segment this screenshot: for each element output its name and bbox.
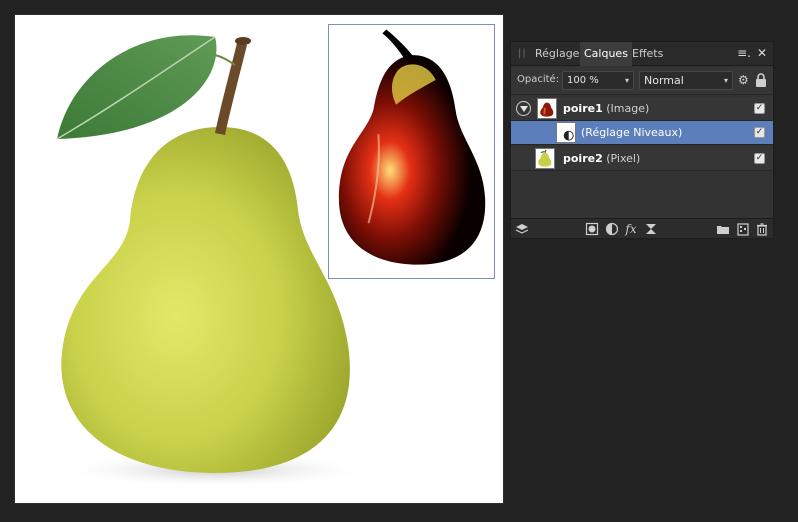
trash-icon[interactable] xyxy=(755,222,769,236)
layer-type: (Pixel) xyxy=(606,152,641,165)
layer-options-row: Opacité: 100 % ▾ Normal ▾ ⚙ xyxy=(511,67,773,95)
opacity-value: 100 % xyxy=(567,75,599,86)
fx-icon[interactable]: fx xyxy=(624,222,638,236)
mask-layer-icon[interactable] xyxy=(585,222,599,236)
tab-effets[interactable]: Effets xyxy=(628,42,667,66)
tab-reglage[interactable]: Réglage xyxy=(531,42,583,66)
layer-row-reglage-niveaux[interactable]: (Réglage Niveaux) ✓ xyxy=(511,121,773,145)
new-pixel-layer-icon[interactable] xyxy=(736,222,750,236)
chevron-down-icon: ▾ xyxy=(624,76,629,85)
document-canvas[interactable] xyxy=(15,15,503,503)
adjusted-preview-inset xyxy=(328,24,495,279)
tab-calques[interactable]: Calques xyxy=(580,42,632,66)
layer-row-poire2[interactable]: poire2 (Pixel) ✓ xyxy=(511,147,773,171)
blend-mode-value: Normal xyxy=(644,74,684,87)
layer-name: poire1 xyxy=(563,102,603,115)
adjusted-pear-image xyxy=(338,29,486,265)
layer-stack-icon[interactable] xyxy=(515,222,529,236)
visibility-checkbox[interactable]: ✓ xyxy=(754,127,765,138)
opacity-label: Opacité: xyxy=(517,74,560,85)
layers-panel: || Réglage Calques Effets ≡. ✕ Opacité: … xyxy=(510,41,774,239)
adjustment-layer-icon[interactable] xyxy=(605,222,619,236)
layer-label: poire1 (Image) xyxy=(563,102,649,115)
adjustment-thumbnail xyxy=(556,122,576,143)
layer-name: poire2 xyxy=(563,152,603,165)
layer-thumbnail xyxy=(535,148,555,169)
lock-icon[interactable] xyxy=(755,73,767,87)
folder-icon[interactable] xyxy=(716,222,730,236)
layer-label: (Réglage Niveaux) xyxy=(581,126,682,139)
layer-row-poire1[interactable]: poire1 (Image) ✓ xyxy=(511,97,773,121)
visibility-checkbox[interactable]: ✓ xyxy=(754,153,765,164)
visibility-checkbox[interactable]: ✓ xyxy=(754,103,765,114)
gear-icon[interactable]: ⚙ xyxy=(738,73,749,87)
panel-menu-icon[interactable]: ≡. xyxy=(737,46,751,60)
layer-type: (Réglage Niveaux) xyxy=(581,126,683,139)
opacity-field[interactable]: 100 % ▾ xyxy=(562,71,634,90)
live-filter-icon[interactable] xyxy=(644,222,658,236)
layer-thumbnail xyxy=(537,98,557,119)
layer-label: poire2 (Pixel) xyxy=(563,152,640,165)
chevron-down-icon: ▾ xyxy=(723,76,728,85)
close-icon[interactable]: ✕ xyxy=(757,46,767,60)
layers-footer-toolbar: fx xyxy=(511,218,773,238)
layer-type: (Image) xyxy=(606,102,650,115)
panel-tab-bar: || Réglage Calques Effets ≡. ✕ xyxy=(511,42,773,66)
blend-mode-select[interactable]: Normal ▾ xyxy=(639,71,733,90)
panel-grip-handle[interactable]: || xyxy=(518,48,527,59)
expand-toggle-icon[interactable] xyxy=(516,101,531,116)
